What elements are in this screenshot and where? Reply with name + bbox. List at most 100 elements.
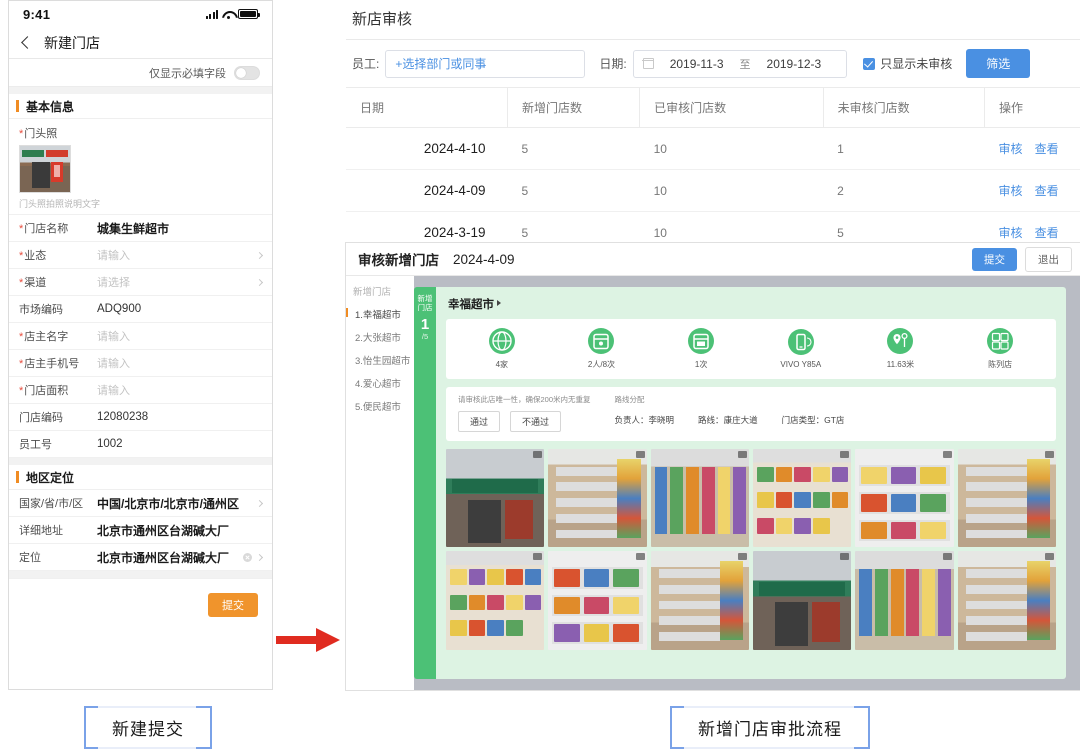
store-photo-5[interactable] — [957, 449, 1056, 548]
store-photo-1[interactable] — [548, 449, 647, 548]
form-field-basic_fields-3[interactable]: 市场编码 ADQ900 — [9, 296, 272, 323]
date-range-separator: 至 — [739, 58, 751, 71]
field-value[interactable]: 12080238 — [97, 411, 262, 423]
form-field-basic_fields-0[interactable]: *门店名称 城集生鲜超市 — [9, 215, 272, 242]
store-photo-10[interactable] — [855, 551, 954, 650]
field-value[interactable]: 城集生鲜超市 — [97, 220, 262, 237]
field-value[interactable]: ADQ900 — [97, 303, 262, 315]
field-value[interactable]: 请输入 — [97, 247, 252, 263]
store-list-item-0[interactable]: 1.幸福超市 — [346, 307, 414, 321]
modal-body: 新增门店 1.幸福超市 2.大张超市 3.怡生园超市 4.爱心超市 5.便民超市 新增 … — [346, 276, 1080, 690]
store-detail-card: 幸福超市 4家 2人/8次 1次 VIVO Y85A 11.63米 陈列店 请审核此店唯一… — [436, 287, 1066, 679]
form-field-basic_fields-7[interactable]: 门店编码 12080238 — [9, 404, 272, 431]
date-end-value[interactable]: 2019-12-3 — [751, 57, 838, 71]
form-field-region_fields-2[interactable]: 定位 北京市通州区台湖碱大厂 — [9, 544, 272, 571]
field-value[interactable]: 请输入 — [97, 355, 262, 371]
photo-watermark-icon — [533, 451, 543, 458]
table-column-3: 未审核门店数 — [822, 87, 985, 128]
photo-watermark-icon — [738, 451, 747, 458]
review-action-link[interactable]: 审核 — [999, 226, 1023, 240]
store-photo-0[interactable] — [446, 449, 545, 548]
modal-exit-button[interactable]: 退出 — [1025, 246, 1072, 272]
form-field-basic_fields-4[interactable]: *店主名字 请输入 — [9, 323, 272, 350]
store-name-header[interactable]: 幸福超市 — [436, 287, 1066, 319]
field-label-text: 详细地址 — [19, 525, 63, 537]
phone-submit-zone: 提交 — [9, 578, 272, 630]
form-field-region_fields-1[interactable]: 详细地址 北京市通州区台湖碱大厂 — [9, 517, 272, 544]
store-list-item-3[interactable]: 4.爱心超市 — [353, 376, 414, 390]
route-meta-value: 康庄大道 — [723, 415, 758, 425]
view-action-link[interactable]: 查看 — [1035, 184, 1059, 198]
form-field-basic_fields-2[interactable]: *渠道 请选择 — [9, 269, 272, 296]
location-pin-icon — [887, 328, 914, 354]
date-start-value[interactable]: 2019-11-3 — [654, 57, 740, 71]
badge-line2: 门店 — [417, 303, 433, 312]
approval-buttons: 通过 不通过 — [458, 411, 591, 432]
storefront-photo-thumbnail[interactable] — [19, 145, 71, 193]
field-value[interactable]: 请选择 — [97, 274, 252, 290]
store-list-item-1[interactable]: 2.大张超市 — [353, 330, 414, 344]
approve-pass-button[interactable]: 通过 — [458, 411, 501, 432]
store-photo-7[interactable] — [548, 551, 647, 650]
calendar-icon — [642, 58, 654, 69]
form-field-basic_fields-8[interactable]: 员工号 1002 — [9, 431, 272, 458]
store-photo-9[interactable] — [753, 551, 852, 650]
back-chevron-icon[interactable] — [21, 36, 34, 49]
region-field-list: 国家/省/市/区 中国/北京市/北京市/通州区 详细地址 北京市通州区台湖碱大厂 定位北… — [9, 490, 272, 571]
cell-actions: 审核 查看 — [984, 127, 1080, 170]
form-field-basic_fields-6[interactable]: *门店面积 请输入 — [9, 377, 272, 404]
store-photo-11[interactable] — [957, 551, 1056, 650]
caption-left-text: 新建提交 — [112, 720, 184, 739]
photo-watermark-icon — [738, 553, 747, 561]
store-photo-3[interactable] — [753, 449, 852, 548]
review-action-link[interactable]: 审核 — [999, 142, 1023, 156]
status-icons — [205, 9, 260, 19]
form-field-basic_fields-5[interactable]: *店主手机号 请输入 — [9, 350, 272, 377]
store-photo-2[interactable] — [650, 449, 749, 548]
store-list-item-4[interactable]: 5.便民超市 — [353, 399, 414, 413]
employee-select-input[interactable]: +选择部门或同事 — [385, 49, 586, 78]
store-photo-grid — [446, 449, 1056, 650]
form-field-basic_fields-1[interactable]: *业态 请输入 — [9, 242, 272, 269]
required-fields-toggle[interactable] — [234, 65, 260, 80]
stat-item-0: 4家 — [469, 328, 535, 370]
section-title: 地区定位 — [26, 470, 75, 485]
view-action-link[interactable]: 查看 — [1035, 226, 1059, 240]
field-value[interactable]: 请输入 — [97, 328, 262, 344]
table-body: 2024-4-10 5 10 1 审核 查看 2024-4-09 5 10 2 审核 查看 2024-3… — [346, 127, 1080, 254]
review-action-link[interactable]: 审核 — [999, 184, 1023, 198]
field-label-text: 店主名字 — [24, 331, 69, 343]
submit-button[interactable]: 提交 — [208, 592, 258, 617]
field-value[interactable]: 北京市通州区台湖碱大厂 — [97, 522, 262, 539]
store-photo-6[interactable] — [446, 551, 545, 650]
stat-item-5: 陈列店 — [967, 328, 1033, 370]
section-header-basic: 基本信息 — [9, 94, 272, 119]
photo-watermark-icon — [840, 451, 850, 458]
battery-icon — [238, 9, 260, 19]
field-label: *渠道 — [19, 277, 47, 289]
clear-icon[interactable] — [243, 552, 252, 562]
pending-only-checkbox[interactable] — [863, 57, 876, 70]
field-value[interactable]: 北京市通州区台湖碱大厂 — [97, 549, 243, 566]
filter-button[interactable]: 筛选 — [966, 49, 1031, 78]
store-list-items: 1.幸福超市 2.大张超市 3.怡生园超市 4.爱心超市 5.便民超市 — [346, 307, 414, 413]
table-column-2: 已审核门店数 — [639, 87, 824, 128]
field-value[interactable]: 1002 — [97, 438, 262, 450]
field-value[interactable]: 请输入 — [97, 382, 262, 398]
toggle-label: 仅显示必填字段 — [149, 67, 226, 80]
field-label: 员工号 — [19, 436, 97, 452]
field-value[interactable]: 中国/北京市/北京市/通州区 — [97, 495, 252, 512]
store-photo-8[interactable] — [650, 551, 749, 650]
approve-fail-button[interactable]: 不通过 — [510, 411, 562, 432]
modal-submit-button[interactable]: 提交 — [972, 247, 1017, 271]
photo-watermark-icon — [1045, 553, 1054, 561]
view-action-link[interactable]: 查看 — [1035, 142, 1059, 156]
pending-only-checkbox-wrap[interactable]: 只显示未审核 — [863, 55, 952, 72]
date-range-picker[interactable]: 2019-11-3 至 2019-12-3 — [632, 49, 848, 78]
store-list-item-2[interactable]: 3.怡生园超市 — [353, 353, 414, 367]
form-field-region_fields-0[interactable]: 国家/省/市/区 中国/北京市/北京市/通州区 — [9, 490, 272, 517]
store-photo-4[interactable] — [855, 449, 954, 548]
route-title: 路线分配 — [614, 395, 645, 404]
approval-card: 请审核此店唯一性，确保200米内无重复 通过 不通过 路线分配 负责人：李晓明路… — [446, 387, 1056, 441]
field-label: *业态 — [19, 250, 47, 262]
